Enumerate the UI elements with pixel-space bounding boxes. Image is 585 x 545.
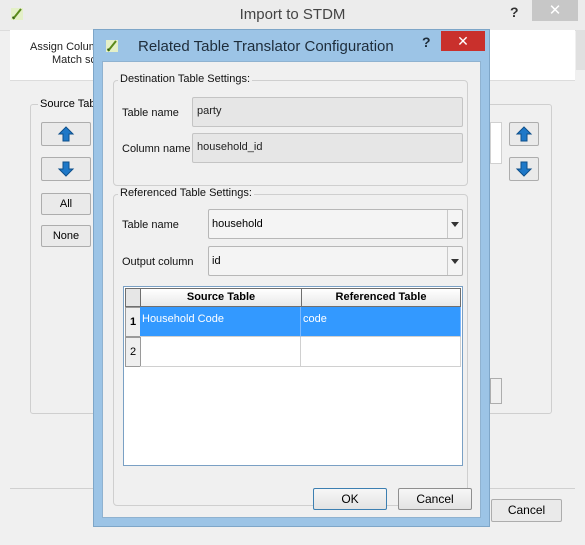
related-table-dialog: Related Table Translator Configuration ?… xyxy=(93,29,490,527)
bg-window-title: Import to STDM xyxy=(239,6,346,23)
arrow-down-icon xyxy=(57,161,75,177)
bg-assign-text: Assign Colum xyxy=(30,41,98,53)
bg-match-text: Match sc xyxy=(52,54,97,66)
output-column-label: Output column xyxy=(122,256,194,268)
referenced-group-label: Referenced Table Settings: xyxy=(118,187,254,199)
col-header-source-table[interactable]: Source Table xyxy=(140,288,302,307)
ref-table-name-label: Table name xyxy=(122,219,179,231)
table-cell-referenced[interactable] xyxy=(301,337,461,367)
arrow-up-icon xyxy=(515,126,533,142)
cancel-button[interactable]: Cancel xyxy=(398,488,472,510)
bg-move-down-button[interactable] xyxy=(41,157,91,181)
row-header[interactable]: 1 xyxy=(125,307,141,337)
dialog-titlebar: Related Table Translator Configuration ?… xyxy=(94,30,489,61)
bg-target-list[interactable] xyxy=(490,122,502,164)
output-column-value: id xyxy=(212,255,221,267)
dialog-help-button[interactable]: ? xyxy=(422,34,431,50)
table-cell-source[interactable]: Household Code xyxy=(140,307,301,337)
bg-all-button[interactable]: All xyxy=(41,193,91,215)
ref-table-name-combo[interactable]: household xyxy=(208,209,463,239)
arrow-up-icon xyxy=(57,126,75,142)
bg-right-move-up-button[interactable] xyxy=(509,122,539,146)
bg-right-partial-button[interactable] xyxy=(490,378,502,404)
bg-right-move-down-button[interactable] xyxy=(509,157,539,181)
row-header[interactable]: 2 xyxy=(125,337,141,367)
dialog-body: Destination Table Settings: Table name p… xyxy=(102,61,481,518)
dialog-close-button[interactable]: ✕ xyxy=(441,31,485,51)
arrow-down-icon xyxy=(515,161,533,177)
ref-table-name-value: household xyxy=(212,218,263,230)
bg-cancel-button[interactable]: Cancel xyxy=(491,499,562,522)
col-header-referenced-table[interactable]: Referenced Table xyxy=(301,288,461,307)
chevron-down-icon[interactable] xyxy=(447,247,462,275)
bg-close-button[interactable]: ✕ xyxy=(532,0,578,21)
bg-help-button[interactable]: ? xyxy=(510,4,519,20)
dest-column-name-label: Column name xyxy=(122,143,191,155)
table-cell-referenced[interactable]: code xyxy=(301,307,461,337)
ok-button[interactable]: OK xyxy=(313,488,387,510)
table-cell-source[interactable] xyxy=(140,337,301,367)
dest-table-name-label: Table name xyxy=(122,107,179,119)
dest-table-name-field[interactable]: party xyxy=(192,97,463,127)
table-corner xyxy=(125,288,141,307)
qgis-brush-icon xyxy=(106,40,118,52)
bg-source-group-label: Source Tab xyxy=(38,98,98,110)
destination-group-label: Destination Table Settings: xyxy=(118,73,253,85)
mapping-table[interactable]: Source Table Referenced Table 1 Househol… xyxy=(123,286,463,466)
dialog-title: Related Table Translator Configuration xyxy=(138,38,394,55)
bg-titlebar: Import to STDM ? ✕ xyxy=(0,0,585,31)
bg-move-up-button[interactable] xyxy=(41,122,91,146)
output-column-combo[interactable]: id xyxy=(208,246,463,276)
chevron-down-icon[interactable] xyxy=(447,210,462,238)
bg-scroll-strip xyxy=(576,30,585,70)
dest-column-name-field[interactable]: household_id xyxy=(192,133,463,163)
bg-none-button[interactable]: None xyxy=(41,225,91,247)
